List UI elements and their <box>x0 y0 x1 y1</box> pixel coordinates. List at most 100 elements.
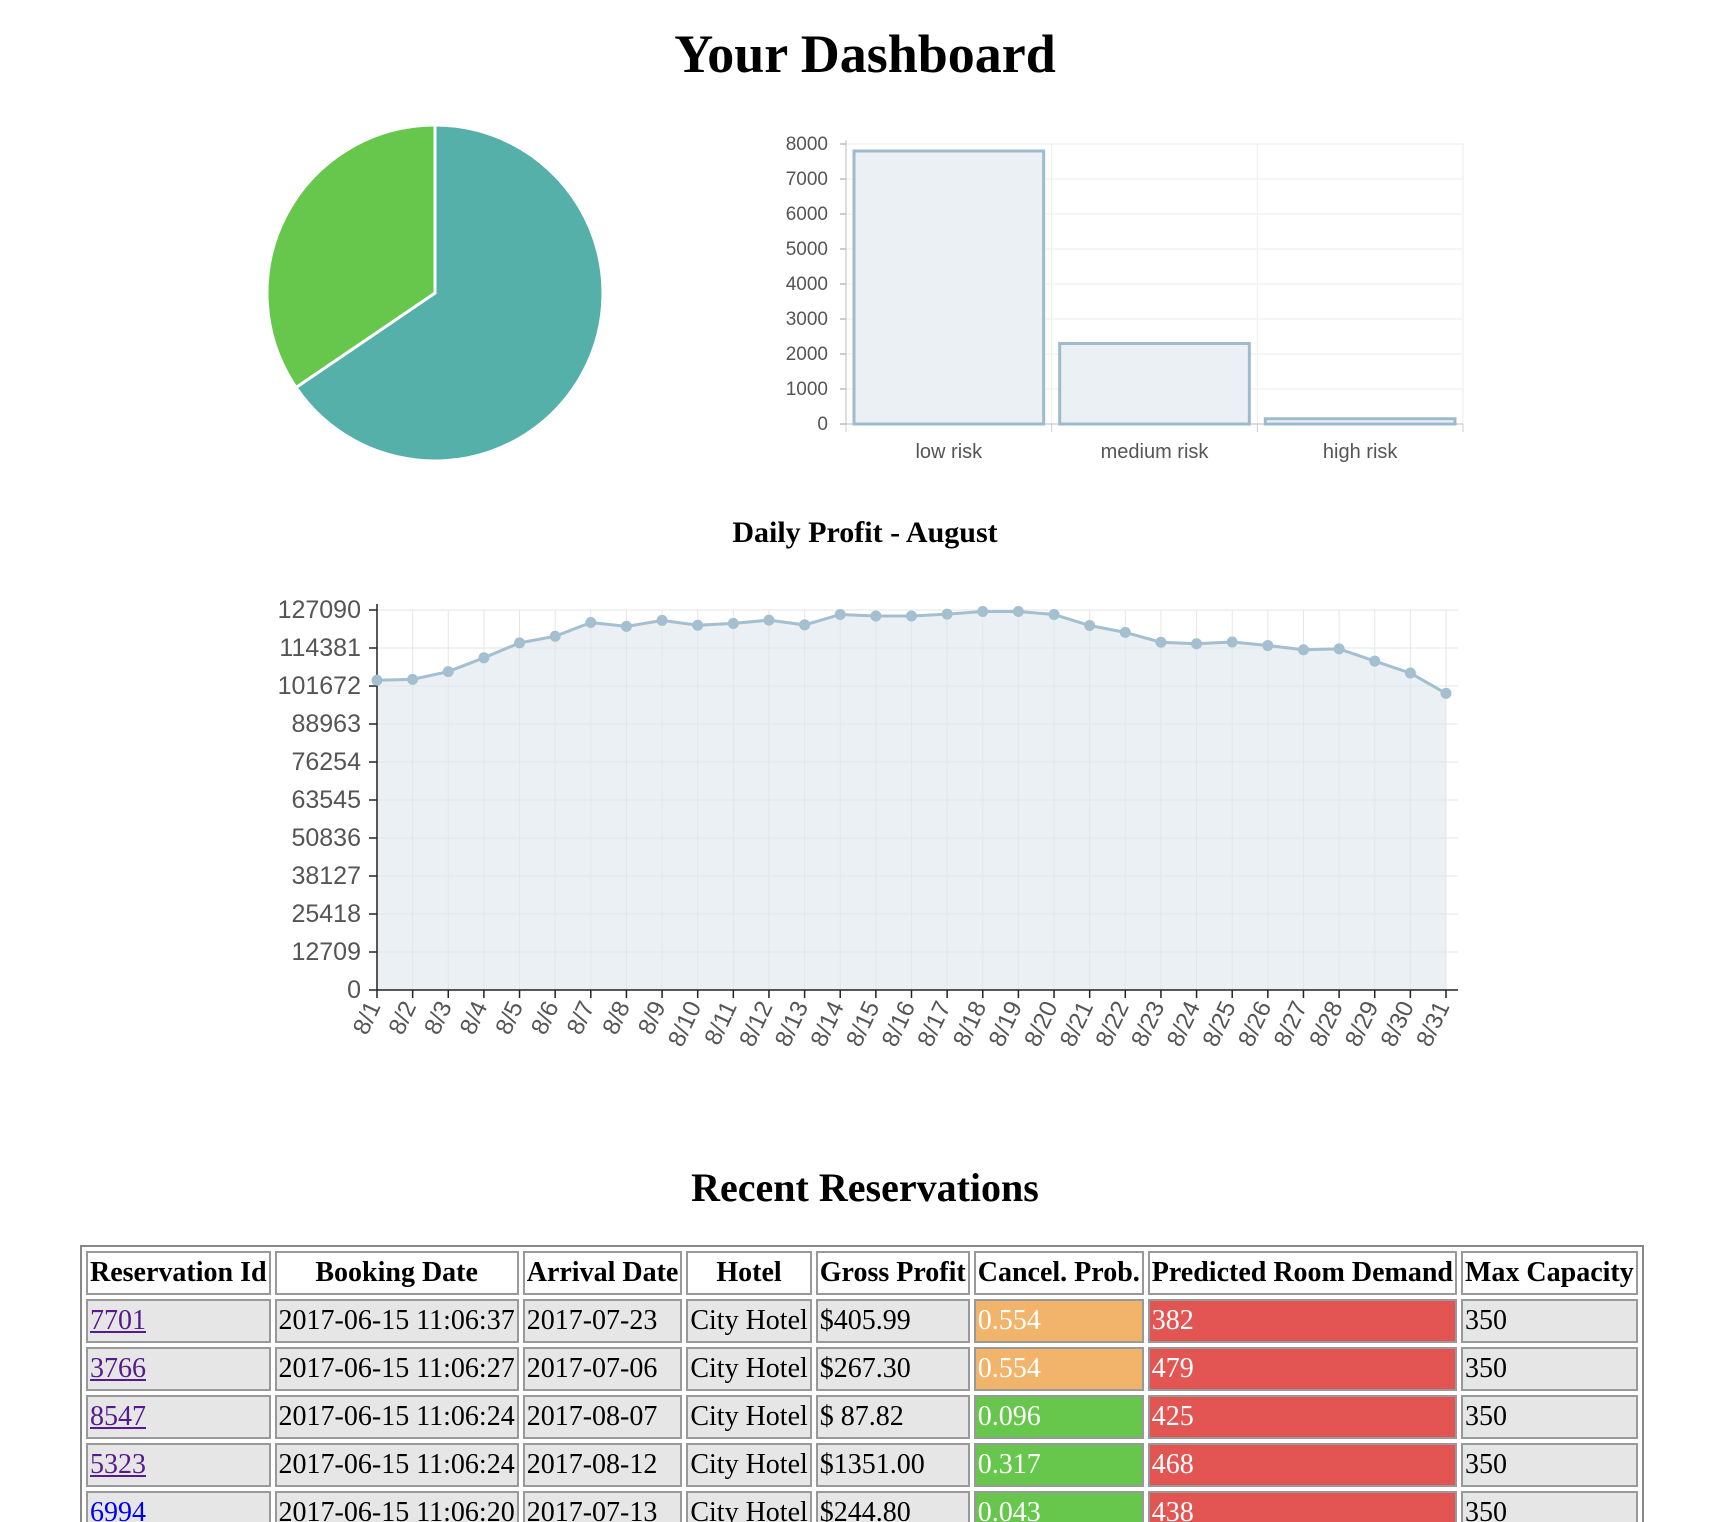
bar-y-tick-label: 1000 <box>786 379 828 400</box>
cancel-prob-cell: 0.096 <box>973 1395 1144 1439</box>
profit-x-tick-label: 8/30 <box>1376 997 1420 1051</box>
bar-y-tick-label: 0 <box>817 414 828 435</box>
bar-y-tick-label: 6000 <box>786 204 828 225</box>
arrival-date-cell: 2017-08-12 <box>522 1443 683 1487</box>
profit-y-tick-label: 25418 <box>291 900 361 928</box>
profit-point <box>1333 643 1345 655</box>
profit-x-tick-label: 8/15 <box>841 997 885 1051</box>
profit-x-tick-label: 8/23 <box>1126 997 1170 1051</box>
profit-x-tick-label: 8/14 <box>805 997 849 1051</box>
profit-y-tick-label: 101672 <box>278 672 361 700</box>
profit-x-tick-label: 8/2 <box>383 997 422 1039</box>
column-header: Max Capacity <box>1460 1251 1638 1295</box>
max-capacity-cell: 350 <box>1460 1299 1638 1343</box>
profit-x-tick-label: 8/21 <box>1055 997 1099 1051</box>
profit-point <box>656 614 668 626</box>
reservation-id-cell: 6994 <box>86 1491 271 1522</box>
booking-date-cell: 2017-06-15 11:06:37 <box>274 1299 519 1343</box>
profit-point <box>834 608 846 620</box>
arrival-date-cell: 2017-07-13 <box>522 1491 683 1522</box>
gross-profit-cell: $1351.00 <box>815 1443 970 1487</box>
bar-high-risk <box>1263 417 1457 426</box>
profit-point <box>1440 687 1452 699</box>
profit-point <box>1262 640 1274 652</box>
bar-y-tick-label: 5000 <box>786 239 828 260</box>
profit-x-tick-label: 8/29 <box>1340 997 1384 1051</box>
profit-point <box>1048 608 1060 620</box>
profit-point <box>371 674 383 686</box>
max-capacity-cell: 350 <box>1460 1491 1638 1522</box>
profit-x-tick-label: 8/4 <box>455 997 494 1039</box>
reservation-link[interactable]: 6994 <box>90 1497 146 1522</box>
profit-point <box>799 619 811 631</box>
booking-date-cell: 2017-06-15 11:06:27 <box>274 1347 519 1391</box>
column-header: Arrival Date <box>522 1251 683 1295</box>
profit-x-tick-label: 8/28 <box>1304 997 1348 1051</box>
cancel-prob-cell: 0.554 <box>973 1299 1144 1343</box>
profit-point <box>941 608 953 620</box>
bar-y-tick-label: 8000 <box>786 134 828 155</box>
profit-point <box>692 619 704 631</box>
reservation-id-cell: 8547 <box>86 1395 271 1439</box>
hotel-cell: City Hotel <box>686 1347 812 1391</box>
bar-y-tick-label: 3000 <box>786 309 828 330</box>
booking-date-cell: 2017-06-15 11:06:24 <box>274 1395 519 1439</box>
profit-x-tick-label: 8/17 <box>912 997 956 1051</box>
profit-x-tick-label: 8/8 <box>597 997 636 1039</box>
profit-x-tick-label: 8/5 <box>490 997 529 1039</box>
room-demand-cell: 382 <box>1147 1299 1457 1343</box>
profit-point <box>1155 636 1167 648</box>
reservation-link[interactable]: 3766 <box>90 1353 146 1384</box>
profit-point <box>1084 620 1096 632</box>
reservation-id-cell: 3766 <box>86 1347 271 1391</box>
daily-profit-chart: Daily Profit - August 0 12709 25418 38127 508… <box>278 516 1458 1051</box>
profit-y-tick-label: 50836 <box>291 824 361 852</box>
reservation-id-cell: 7701 <box>86 1299 271 1343</box>
profit-x-tick-label: 8/6 <box>526 997 565 1039</box>
column-header: Cancel. Prob. <box>973 1251 1144 1295</box>
profit-x-tick-label: 8/19 <box>984 997 1028 1051</box>
profit-x-tick-label: 8/12 <box>734 997 778 1051</box>
room-demand-cell: 468 <box>1147 1443 1457 1487</box>
gross-profit-cell: $ 87.82 <box>815 1395 970 1439</box>
table-row: 8547 2017-06-15 11:06:24 2017-08-07 City Ho… <box>86 1395 1638 1439</box>
reservation-link[interactable]: 8547 <box>90 1401 146 1432</box>
profit-x-tick-label: 8/13 <box>770 997 814 1051</box>
profit-point <box>1297 644 1309 656</box>
profit-point <box>906 610 917 622</box>
room-demand-cell: 479 <box>1147 1347 1457 1391</box>
profit-point <box>1226 636 1238 648</box>
room-demand-cell: 438 <box>1147 1491 1457 1522</box>
gross-profit-cell: $267.30 <box>815 1347 970 1391</box>
profit-point <box>763 614 775 626</box>
profit-y-tick-label: 114381 <box>279 634 361 662</box>
gross-profit-cell: $244.80 <box>815 1491 970 1522</box>
hotel-cell: City Hotel <box>686 1299 812 1343</box>
profit-y-tick-label: 63545 <box>291 786 361 814</box>
table-row: 5323 2017-06-15 11:06:24 2017-08-12 City Ho… <box>86 1443 1638 1487</box>
profit-y-tick-label: 76254 <box>291 748 361 776</box>
profit-x-tick-label: 8/31 <box>1411 997 1455 1051</box>
bar-low-risk <box>852 149 1046 426</box>
booking-date-cell: 2017-06-15 11:06:24 <box>274 1443 519 1487</box>
bar-y-tick-label: 2000 <box>786 344 828 365</box>
max-capacity-cell: 350 <box>1460 1443 1638 1487</box>
profit-x-tick-label: 8/7 <box>562 997 601 1039</box>
reservation-id-cell: 5323 <box>86 1443 271 1487</box>
room-demand-cell: 425 <box>1147 1395 1457 1439</box>
profit-point <box>620 620 632 632</box>
profit-point <box>549 630 561 642</box>
max-capacity-cell: 350 <box>1460 1395 1638 1439</box>
hotel-cell: City Hotel <box>686 1491 812 1522</box>
reservation-link[interactable]: 5323 <box>90 1449 146 1480</box>
table-header-row: Reservation Id Booking Date Arrival Date Ho… <box>86 1251 1638 1295</box>
profit-point <box>585 617 597 629</box>
column-header: Gross Profit <box>815 1251 970 1295</box>
charts-area: 0 1000 2000 3000 4000 5000 6000 7000 8000 low ris… <box>265 123 1464 1051</box>
risk-bar-chart: 0 1000 2000 3000 4000 5000 6000 7000 8000 low ris… <box>786 134 1464 463</box>
reservation-link[interactable]: 7701 <box>90 1305 146 1336</box>
profit-point <box>442 666 454 678</box>
profit-y-tick-label: 0 <box>347 976 361 1004</box>
profit-point <box>478 652 490 664</box>
profit-x-tick-label: 8/3 <box>419 997 458 1039</box>
